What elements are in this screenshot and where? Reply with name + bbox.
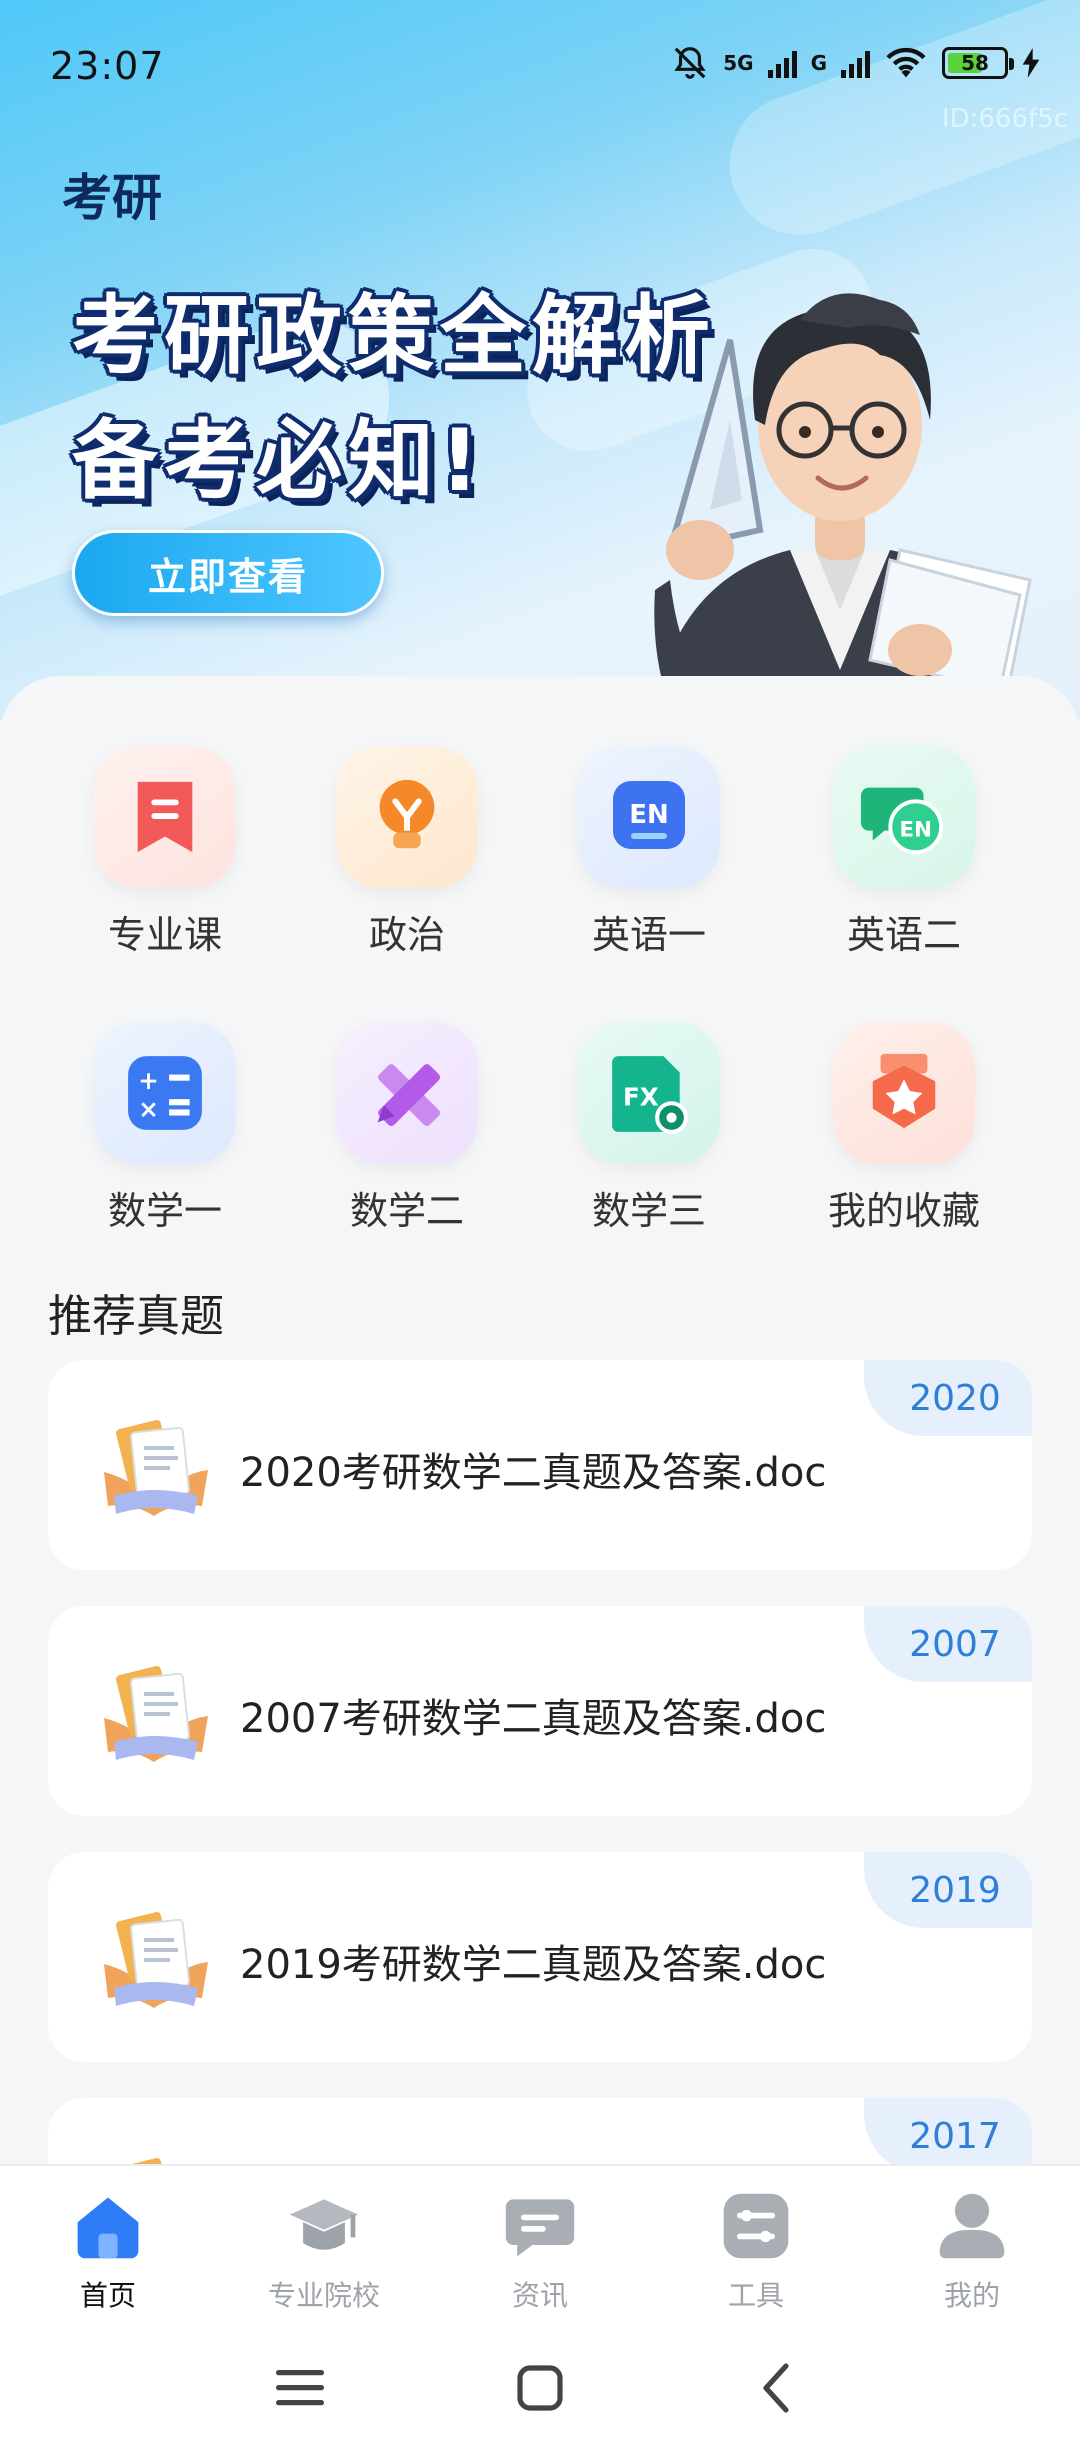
network-type-1: 5G	[723, 51, 754, 75]
document-stack-icon	[104, 1665, 208, 1762]
tab-label: 工具	[727, 2279, 784, 2312]
battery-level: 58	[961, 51, 989, 75]
home-square-icon[interactable]	[510, 2358, 570, 2418]
svg-text:EN: EN	[899, 818, 932, 843]
svg-text:FX: FX	[623, 1082, 659, 1111]
category-label: 数学一	[107, 1189, 222, 1233]
view-now-button[interactable]: 立即查看	[72, 530, 384, 616]
document-name: 2020考研数学二真题及答案.doc	[240, 1450, 827, 1496]
document-name: 2019考研数学二真题及答案.doc	[240, 1942, 827, 1988]
category-label: 英语二	[846, 913, 961, 957]
document-stack-icon	[104, 1419, 208, 1516]
section-title-recommended: 推荐真题	[48, 1291, 224, 1342]
category-politics[interactable]: 政治	[287, 746, 527, 959]
category-math-two[interactable]: 数学二	[287, 1022, 527, 1235]
charging-bolt-icon	[1022, 48, 1040, 78]
tab-tools[interactable]: 工具	[656, 2188, 856, 2314]
tab-label: 资讯	[511, 2279, 568, 2312]
tab-me[interactable]: 我的	[872, 2188, 1072, 2314]
category-my-favorites[interactable]: 我的收藏	[784, 1022, 1024, 1235]
year-badge: 2020	[864, 1360, 1032, 1436]
app-title: 考研	[62, 169, 162, 227]
mute-bell-icon	[674, 47, 706, 79]
signal-bars-icon	[767, 48, 797, 78]
battery-icon: 58	[942, 47, 1014, 79]
document-card[interactable]: 2019 2019考研数学二真题及答案.doc	[48, 1852, 1032, 2062]
tab-label: 专业院校	[267, 2279, 380, 2312]
ruler-pencil-icon	[336, 1022, 478, 1164]
signal-bars-2-icon	[841, 48, 870, 78]
year-badge: 2017	[864, 2098, 1032, 2174]
document-name: 2007考研数学二真题及答案.doc	[240, 1696, 827, 1742]
tab-home[interactable]: 首页	[8, 2188, 208, 2314]
category-label: 数学三	[591, 1189, 706, 1233]
category-label: 政治	[368, 913, 445, 957]
category-english-two[interactable]: EN 英语二	[784, 746, 1024, 959]
graduation-cap-icon	[289, 2199, 359, 2250]
user-icon	[939, 2193, 1005, 2259]
network-type-2: G	[810, 51, 827, 75]
document-card[interactable]: 2007 2007考研数学二真题及答案.doc	[48, 1606, 1032, 1816]
tab-label: 首页	[79, 2279, 136, 2312]
star-badge-icon	[833, 1022, 975, 1164]
fx-file-icon: FX	[578, 1022, 720, 1164]
promo-banner[interactable]: 23:07 5G G 58 ID:666f5c 考研 考研政策全解析 备考必知!…	[0, 0, 1080, 720]
document-stack-icon	[104, 1911, 208, 2008]
category-english-one[interactable]: EN 英语一	[529, 746, 769, 959]
calculator-icon: + ×	[94, 1022, 236, 1164]
category-label: 专业课	[107, 913, 222, 957]
svg-text:+: +	[138, 1066, 159, 1095]
category-label: 英语一	[591, 913, 706, 957]
menu-icon[interactable]	[270, 2358, 330, 2418]
svg-text:×: ×	[138, 1095, 159, 1124]
tab-news[interactable]: 资讯	[440, 2188, 640, 2314]
category-math-three[interactable]: FX 数学三	[529, 1022, 769, 1235]
tab-label: 我的	[943, 2279, 1000, 2312]
en-chat-icon: EN	[833, 746, 975, 888]
document-card[interactable]: 2020 2020考研数学二真题及答案.doc	[48, 1360, 1032, 1570]
bottom-tab-bar: 首页 专业院校 资讯 工具 我的	[0, 2164, 1080, 2314]
bookmark-icon	[94, 746, 236, 888]
banner-headline-line2: 备考必知!	[72, 411, 486, 511]
student-mascot-illustration	[651, 293, 1032, 720]
year-badge: 2007	[864, 1606, 1032, 1682]
back-chevron-icon[interactable]	[748, 2358, 808, 2418]
year-badge: 2019	[864, 1852, 1032, 1928]
home-icon	[77, 2197, 139, 2259]
status-icons: 5G G 58	[671, 44, 1040, 82]
tab-majors-schools[interactable]: 专业院校	[224, 2188, 424, 2314]
category-math-one[interactable]: + × 数学一	[45, 1022, 285, 1235]
status-time: 23:07	[50, 44, 165, 88]
svg-text:EN: EN	[629, 800, 669, 830]
category-major-course[interactable]: 专业课	[45, 746, 285, 959]
wifi-icon	[886, 47, 926, 78]
message-icon	[505, 2199, 575, 2257]
category-label: 我的收藏	[827, 1189, 980, 1233]
system-navigation-bar	[0, 2314, 1080, 2460]
category-label: 数学二	[349, 1189, 464, 1233]
tools-icon	[723, 2193, 789, 2259]
main-content: 专业课 政治 EN 英语一 EN 英语二 + × 数学一 数学二 FX 数学三 …	[0, 676, 1080, 2308]
status-bar: 23:07 5G G 58	[0, 0, 1080, 130]
en-icon: EN	[578, 746, 720, 888]
id-tag: ID:666f5c	[941, 104, 1068, 134]
lightbulb-icon	[336, 746, 478, 888]
